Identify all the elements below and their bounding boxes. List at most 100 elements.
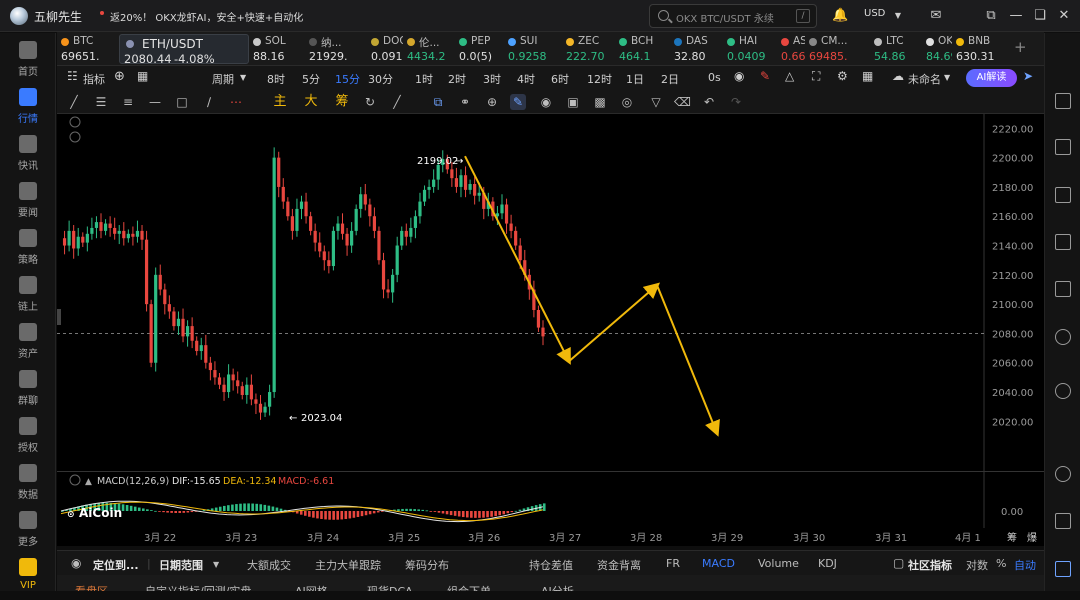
log-toggle[interactable]: 对数 [966,557,988,573]
nav-item-10[interactable]: 更多 [0,509,56,553]
locate-button[interactable]: 定位到... [93,557,139,573]
settings-icon[interactable] [1055,466,1071,482]
bottom-tab-2[interactable]: AI网格 [295,583,328,591]
filter-icon[interactable]: ▽ [648,94,664,110]
ruler-icon[interactable]: ╱ [389,94,405,110]
layout-dropdown-icon[interactable]: ▼ [944,73,950,82]
interval-2[interactable]: 15分 [335,71,360,87]
bottom-tab-5[interactable]: AI分析 [541,583,574,591]
pattern-icon[interactable]: ⋯ [228,94,244,110]
nav-item-8[interactable]: 授权 [0,415,56,459]
ticker-15[interactable]: OKB 84.69 [926,34,952,64]
trade-icon[interactable] [1055,139,1071,155]
bottom-item-2[interactable]: 筹码分布 [405,557,449,573]
ticker-12[interactable]: AST 0.661 [781,34,805,64]
bottom-item-3[interactable]: 持仓差值 [529,557,573,573]
ticker-11[interactable]: HAI 0.0409 [727,34,777,64]
close-icon[interactable]: ✕ [1056,8,1072,24]
expand-icon[interactable] [69,131,81,143]
interval-5[interactable]: 2时 [448,71,466,87]
macd-panel[interactable]: ▲ MACD(12,26,9) DIF:-15.65 DEA:-12.34 MACD:-… [57,471,1044,529]
restore-icon[interactable]: ❏ [1032,8,1048,24]
unnamed-layout[interactable]: 未命名 [908,71,941,87]
macd-collapse-icon[interactable] [69,474,81,486]
assistant-icon[interactable] [1055,561,1071,577]
search-box[interactable]: OKX BTC/USDT 永续 / [649,4,817,28]
document-icon[interactable] [1055,281,1071,297]
layers-icon[interactable]: ◎ [619,94,635,110]
chip-label[interactable]: 筹 [1007,531,1017,544]
date-range-dropdown-icon[interactable]: ▼ [213,560,219,569]
add-ticker-icon[interactable]: + [1014,38,1027,56]
bottom-tab-4[interactable]: 组合下单 [447,583,491,591]
ticker-4[interactable]: DOG 0.0916 [371,34,403,64]
ticker-6[interactable]: PEP 0.0(5) [459,34,503,64]
seconds-button[interactable]: 0s [708,71,721,84]
currency-select[interactable]: USD [864,8,885,19]
ticker-10[interactable]: DAS 32.80 [674,34,722,64]
nav-item-5[interactable]: 链上 [0,274,56,318]
edit-icon[interactable]: ✎ [760,69,770,83]
share-icon[interactable]: ➤ [1023,69,1033,83]
shape-icon[interactable]: △ [785,69,794,83]
bottom-tab-3[interactable]: 现货DCA [367,583,413,591]
price-chart[interactable]: 2220.00 2200.00 2180.00 2160.00 2140.00 2120.… [57,114,1044,471]
robot-icon[interactable] [1055,329,1071,345]
candlestick-svg[interactable]: 2220.00 2200.00 2180.00 2160.00 2140.00 2120.… [57,114,1044,471]
lock-icon[interactable]: ▣ [565,94,581,110]
interval-6[interactable]: 3时 [483,71,501,87]
interval-3[interactable]: 30分 [368,71,393,87]
settings-gear-icon[interactable]: ⚙ [837,69,848,83]
percent-toggle[interactable]: % [996,557,1006,570]
interval-11[interactable]: 2日 [661,71,679,87]
bottom-tab-1[interactable]: 自定义指标/回测/实盘 [145,583,251,591]
popout-window-icon[interactable]: ⧉ [983,8,999,24]
fullscreen-icon[interactable]: ⛶ [812,69,820,84]
nav-item-1[interactable]: 行情 [0,86,56,130]
chevron-down-icon[interactable]: ▼ [890,8,906,24]
nav-item-0[interactable]: 首页 [0,39,56,83]
interval-1[interactable]: 5分 [302,71,320,87]
fib-icon[interactable]: ∕ [201,94,217,110]
ticker-16[interactable]: BNB 630.31 [956,34,1000,64]
community-indicator-button[interactable]: 社区指标 [908,557,952,573]
nav-item-6[interactable]: 资产 [0,321,56,365]
bottom-item-6[interactable]: MACD [702,557,735,570]
minimize-icon[interactable]: — [1008,8,1024,24]
eye-icon[interactable]: ◉ [538,94,554,110]
community-icon[interactable]: ▢ [893,556,904,570]
ticker-2[interactable]: SOL 88.16 [253,34,305,64]
horizontal-lines-icon[interactable]: ☰ [93,94,109,110]
locate-icon[interactable]: ◉ [71,556,81,570]
interval-4[interactable]: 1时 [415,71,433,87]
refresh-icon[interactable] [1055,383,1071,399]
interval-7[interactable]: 4时 [517,71,535,87]
channel-icon[interactable]: ≡ [120,94,136,110]
promo-link[interactable]: 返20%！ OKX龙虾AI，安全+快速+自动化 [110,9,303,24]
trend-line-icon[interactable]: ╱ [66,94,82,110]
zoom-icon[interactable]: ⊕ [484,94,500,110]
bottom-tab-0[interactable]: 看盘区 [75,583,108,591]
interval-10[interactable]: 1日 [626,71,644,87]
mail-icon[interactable]: ✉ [926,8,946,24]
period-button[interactable]: 周期 [212,71,234,87]
bottom-item-1[interactable]: 主力大单跟踪 [315,557,381,573]
interval-9[interactable]: 12时 [587,71,612,87]
copy-icon[interactable]: ⧉ [430,94,446,110]
link-icon[interactable]: ⚭ [457,94,473,110]
ticker-1[interactable]: ETH/USDT 2080.44 -4.08% [119,34,249,64]
interval-8[interactable]: 6时 [551,71,569,87]
redo-icon[interactable]: ↷ [728,94,744,110]
ticker-5[interactable]: 伦... 4434.2 [407,34,455,64]
depth-icon[interactable] [1055,234,1071,250]
ticker-3[interactable]: 纳... 21929. [309,34,367,64]
grid-icon[interactable]: ▦ [862,69,873,83]
bottom-item-8[interactable]: KDJ [818,557,837,570]
nav-item-7[interactable]: 群聊 [0,368,56,412]
layout-icon[interactable]: ▦ [137,69,148,83]
chip-tool[interactable]: 筹 [332,94,352,110]
main-force-tool[interactable]: 主 [270,94,290,110]
ticker-14[interactable]: LTC 54.86 [874,34,922,64]
ticker-13[interactable]: CM... 69485. [809,34,869,64]
magnet-icon[interactable]: ↻ [362,94,378,110]
